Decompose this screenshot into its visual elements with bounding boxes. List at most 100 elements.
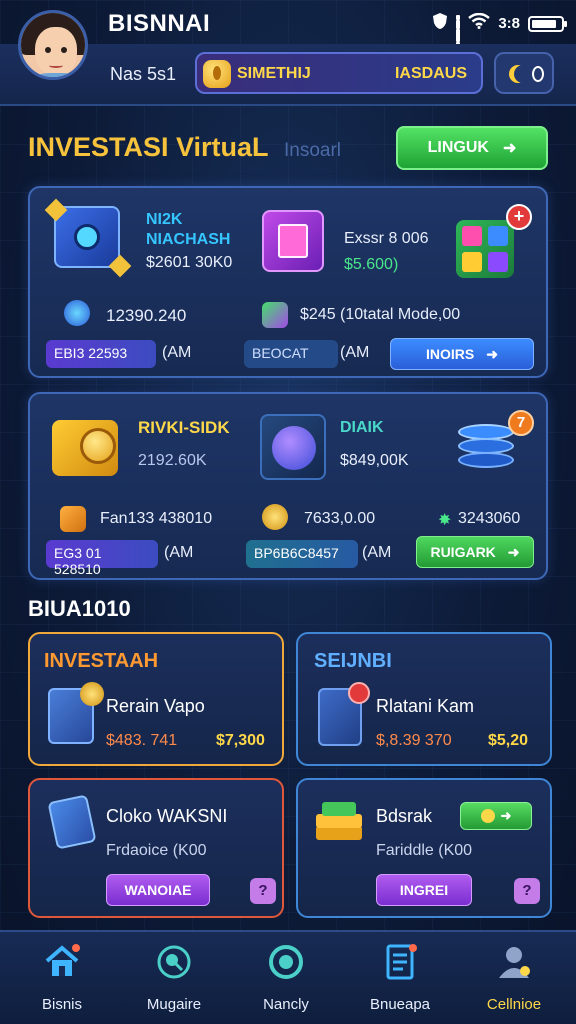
- app-name: BISNNAI: [108, 10, 211, 37]
- nav-label-bnueapa: Bnueapa: [369, 996, 431, 1013]
- card-a-title: INVESTAAH: [44, 650, 159, 672]
- panel1-stat1: 12390.240: [106, 306, 187, 325]
- panel2-item1-name: RIVKI-SIDK: [138, 418, 230, 437]
- panel2-action-button[interactable]: RUIGARK ➜: [416, 536, 534, 568]
- nav-item-mugaire[interactable]: Mugaire: [124, 942, 224, 1013]
- book-badge-icon: [318, 682, 370, 746]
- magnifier-icon: [154, 942, 194, 982]
- card-b-value-left: $,8.39 370: [376, 732, 452, 749]
- shield-icon: [432, 12, 448, 35]
- item1-value: $2601 30K0: [146, 254, 233, 271]
- profile-header: Nas 5s1 SIMETHIJ IASDAUS: [0, 10, 576, 106]
- card-d-name: Bdsrak: [376, 806, 433, 826]
- card-a-value-right: $7,300: [216, 732, 265, 749]
- section-subtitle: Insoarl: [284, 140, 342, 161]
- nav-label-nancly: Nancly: [263, 996, 309, 1013]
- bottom-section-title: BIUA1010: [28, 596, 131, 621]
- balance-pill[interactable]: SIMETHIJ IASDAUS: [195, 52, 483, 94]
- investment-panel-1: NI2K NIACHASH $2601 30K0 Exssr 8 006 $5.…: [28, 186, 548, 378]
- card-b-value-right: $5,20: [488, 732, 529, 749]
- nav-label-mugaire: Mugaire: [146, 996, 202, 1013]
- panel2-item1-value: 2192.60K: [138, 452, 207, 469]
- arrow-right-icon: ➜: [502, 140, 517, 157]
- card-c-button[interactable]: WANOIAE: [106, 874, 210, 906]
- orange-box-icon: [60, 506, 86, 532]
- nav-item-bnueapa[interactable]: Bnueapa: [350, 942, 450, 1013]
- target-icon: [266, 942, 306, 982]
- battery-icon: [528, 15, 567, 32]
- wifi-icon: [468, 12, 491, 34]
- panel2-chip2-suffix: (AM: [362, 544, 392, 561]
- balance-value: IASDAUS: [394, 65, 467, 82]
- home-icon: [42, 942, 82, 982]
- card-cloko[interactable]: Cloko WAKSNI Frdaoice (K00 WANOIAE ?: [28, 778, 284, 918]
- card-d-button[interactable]: INGREI: [376, 874, 472, 906]
- card-bdsrak[interactable]: Bdsrak ➜ Fariddle (K00 INGREI ?: [296, 778, 552, 918]
- avatar[interactable]: [18, 10, 88, 80]
- panel2-stat2: 7633,0.00: [304, 510, 376, 527]
- balance-label: SIMETHIJ: [237, 65, 311, 82]
- theme-toggle-button[interactable]: [494, 52, 554, 94]
- blue-coin-icon: [64, 300, 90, 326]
- card-a-value-left: $483. 741: [106, 732, 178, 749]
- document-icon: [380, 942, 420, 982]
- card-d-mini-button[interactable]: ➜: [460, 802, 532, 830]
- blocks-cube-icon: [456, 220, 514, 278]
- panel2-stat1: Fan133 438010: [100, 510, 213, 527]
- panel2-chip2: BP6B6C8457: [246, 540, 358, 568]
- notification-badge[interactable]: 7: [508, 410, 534, 436]
- stack-icon: [316, 802, 362, 846]
- arrow-right-icon: ➜: [500, 808, 512, 823]
- user-name: Nas 5s1: [110, 64, 177, 84]
- blue-orb-icon: [260, 414, 326, 480]
- user-icon: [494, 942, 534, 982]
- card-d-help-button[interactable]: ?: [514, 878, 540, 904]
- add-badge-icon[interactable]: +: [506, 204, 532, 230]
- lingkuk-button[interactable]: LINGUK ➜: [396, 126, 548, 170]
- gear-icon: ✸: [438, 512, 452, 529]
- coin-icon: [203, 60, 231, 88]
- item2-name: Exssr 8 006: [344, 230, 429, 247]
- panel1-chip2: BEOCAT: [244, 340, 338, 368]
- arrow-right-icon: ➜: [507, 543, 520, 560]
- item1-name: NI2K NIACHASH: [146, 211, 231, 248]
- panel1-action-label: INOIRS: [426, 346, 475, 362]
- panel2-action-label: RUIGARK: [430, 544, 496, 560]
- status-icons: 3:8: [432, 12, 567, 59]
- nav-item-nancly[interactable]: Nancly: [236, 942, 336, 1013]
- card-c-name: Cloko WAKSNI: [106, 806, 228, 826]
- nav-item-bisnis[interactable]: Bisnis: [12, 942, 112, 1013]
- card-a-name: Rerain Vapo: [106, 696, 205, 716]
- bottom-nav: Bisnis Mugaire Nancly Bnueapa Cellnioe: [0, 930, 576, 1024]
- card-investaah[interactable]: INVESTAAH Rerain Vapo $483. 741 $7,300: [28, 632, 284, 766]
- coin-icon: [480, 809, 495, 823]
- book-cube-icon: [262, 210, 324, 272]
- lingkuk-label: LINGUK: [427, 139, 489, 156]
- panel2-chip1: EG3 01 528510: [46, 540, 158, 577]
- card-d-sub: Fariddle (K00: [376, 842, 473, 859]
- card-c-help-button[interactable]: ?: [250, 878, 276, 904]
- card-b-title: SEIJNBI: [314, 650, 392, 672]
- panel2-item2-name: DIAIK: [340, 419, 384, 436]
- server-cube-icon: [44, 198, 132, 278]
- nav-label-bisnis: Bisnis: [41, 996, 82, 1013]
- settings-ring-icon: [532, 66, 544, 82]
- panel2-chip1-suffix: (AM: [164, 544, 194, 561]
- book-coin-icon: [48, 682, 104, 744]
- panel1-stat2: $245 (10tatal Mode,00: [300, 306, 461, 323]
- signal-icon: [456, 14, 461, 59]
- panel1-chip2-suffix: (AM: [340, 344, 370, 361]
- panel1-chip1-suffix: (AM: [162, 344, 192, 361]
- card-seijnbi[interactable]: SEIJNBI Rlatani Kam $,8.39 370 $5,20: [296, 632, 552, 766]
- arrow-right-icon: ➜: [486, 345, 498, 362]
- moon-icon: [514, 65, 532, 83]
- tablet-icon: [47, 794, 97, 850]
- gold-coin-machine-icon: [52, 420, 118, 476]
- green-box-icon: [262, 302, 288, 328]
- panel1-action-button[interactable]: INOIRS ➜: [390, 338, 534, 370]
- nav-item-cellnioe[interactable]: Cellnioe: [464, 942, 564, 1013]
- investment-panel-2: RIVKI-SIDK 2192.60K DIAIK $849,00K 7 Fan…: [28, 392, 548, 580]
- panel1-chip1: EBI3 22593: [46, 340, 156, 368]
- item2-value: $5.600): [344, 256, 399, 273]
- money-bag-icon: [262, 504, 288, 530]
